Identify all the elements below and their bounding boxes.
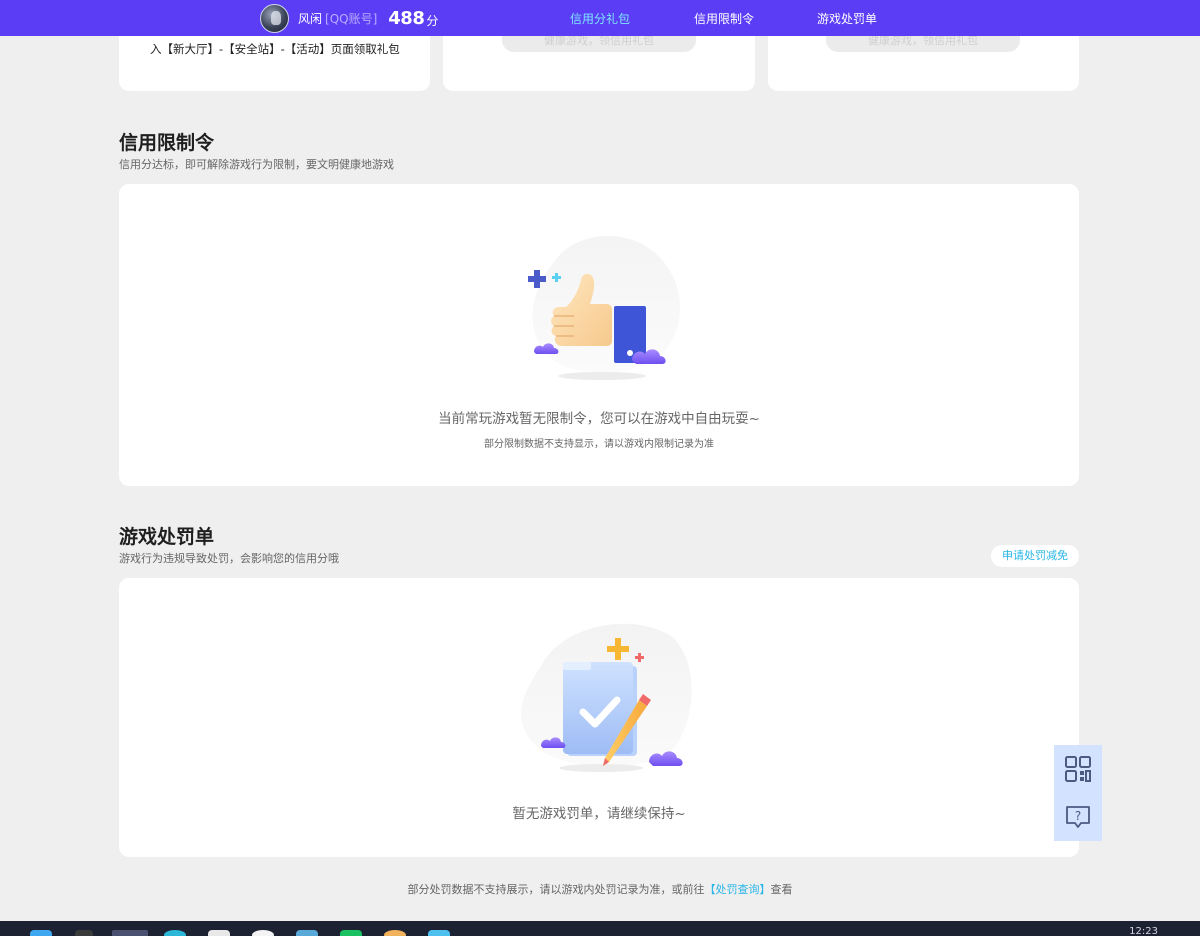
user-name: 风闲 <box>298 11 323 26</box>
gift-claim-label-3: 健康游戏，领信用礼包 <box>868 36 978 47</box>
restriction-card: 当前常玩游戏暂无限制令，您可以在游戏中自由玩耍~ 部分限制数据不支持显示，请以游… <box>119 184 1079 486</box>
user-info: 风闲 [QQ账号] 488 分 <box>260 3 438 33</box>
avatar[interactable] <box>260 3 289 33</box>
qr-code-button[interactable] <box>1054 745 1102 793</box>
penalty-query-link[interactable]: 【处罚查询】 <box>705 883 771 896</box>
restriction-empty-note: 部分限制数据不支持显示，请以游戏内限制记录为准 <box>484 439 714 450</box>
gift-card-instruction: 入【新大厅】-【安全站】-【活动】页面领取礼包 <box>150 42 400 56</box>
taskbar-app-icon[interactable] <box>164 930 186 936</box>
help-button[interactable]: ? <box>1054 793 1102 841</box>
taskbar-app-icon[interactable] <box>428 930 450 936</box>
gift-claim-button-2[interactable]: 健康游戏，领信用礼包 <box>502 36 696 52</box>
checklist-pencil-icon <box>521 623 692 772</box>
thumbs-up-icon <box>528 235 681 380</box>
appeal-button[interactable]: 申请处罚减免 <box>991 545 1079 567</box>
restriction-empty-text: 当前常玩游戏暂无限制令，您可以在游戏中自由玩耍~ <box>438 411 760 427</box>
penalty-card: 暂无游戏罚单，请继续保持~ <box>119 578 1079 857</box>
restriction-subtitle: 信用分达标，即可解除游戏行为限制，要文明健康地游戏 <box>119 158 394 171</box>
nav-credit-gift[interactable]: 信用分礼包 <box>570 10 630 27</box>
taskbar-app-icon[interactable] <box>340 930 362 936</box>
qr-code-icon <box>1065 756 1091 782</box>
taskbar-app-icon[interactable] <box>208 930 230 936</box>
nav-penalty[interactable]: 游戏处罚单 <box>817 10 877 27</box>
start-icon[interactable] <box>30 930 52 936</box>
svg-text:?: ? <box>1075 809 1081 823</box>
penalty-empty-text: 暂无游戏罚单，请继续保持~ <box>512 806 686 822</box>
taskbar-app-icon[interactable] <box>252 930 274 936</box>
gift-claim-button-3[interactable]: 健康游戏，领信用礼包 <box>826 36 1020 52</box>
penalty-title: 游戏处罚单 <box>119 526 215 548</box>
taskbar-browser-icon[interactable] <box>112 930 148 936</box>
gift-claim-label-2: 健康游戏，领信用礼包 <box>544 36 654 47</box>
account-type: [QQ账号] <box>325 11 378 26</box>
top-bar: 风闲 [QQ账号] 488 分 信用分礼包 信用限制令 游戏处罚单 <box>0 0 1200 36</box>
footer-note: 部分处罚数据不支持展示，请以游戏内处罚记录为准，或前往【处罚查询】查看 <box>0 881 1200 897</box>
help-chat-icon: ? <box>1066 806 1090 828</box>
nav-restriction[interactable]: 信用限制令 <box>694 10 754 27</box>
os-taskbar: 12:23 <box>0 921 1200 936</box>
penalty-subtitle: 游戏行为违规导致处罚，会影响您的信用分哦 <box>119 552 339 565</box>
taskbar-clock: 12:23 <box>1129 926 1158 936</box>
footer-note-suffix: 查看 <box>770 883 793 896</box>
taskbar-app-icon[interactable] <box>384 930 406 936</box>
score-unit: 分 <box>426 13 439 28</box>
restriction-title: 信用限制令 <box>119 132 215 154</box>
credit-score: 488 <box>388 7 425 29</box>
taskbar-app-icon[interactable] <box>296 930 318 936</box>
taskbar-app-icon[interactable] <box>75 930 93 936</box>
footer-note-text: 部分处罚数据不支持展示，请以游戏内处罚记录为准，或前往 <box>407 883 705 896</box>
